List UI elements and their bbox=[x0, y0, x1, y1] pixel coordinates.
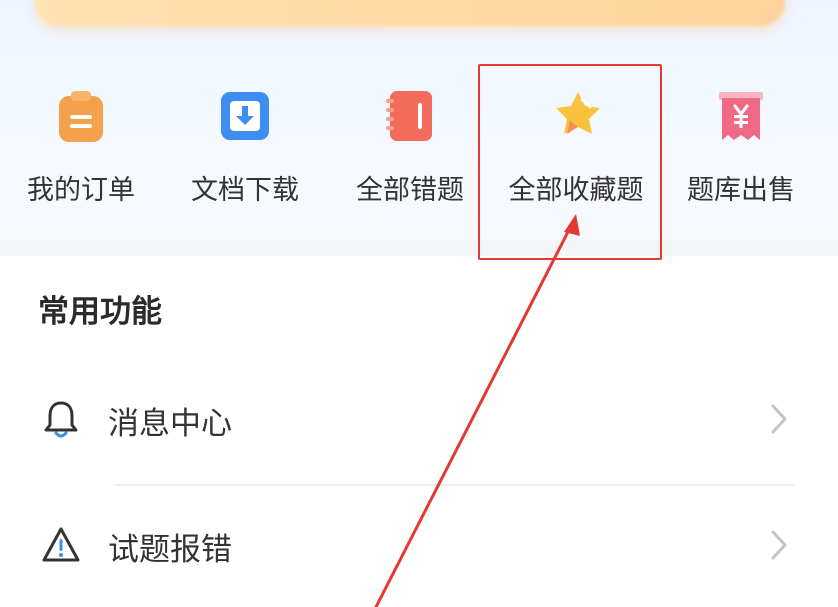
list-item-question-error-report[interactable]: 试题报错 bbox=[0, 500, 838, 590]
shortcut-question-bank-sale[interactable]: 题库出售 bbox=[671, 80, 811, 210]
shortcut-row: 我的订单 文档下载 全部错题 全部收藏题 题库出售 bbox=[0, 80, 838, 210]
common-functions-section: 常用功能 消息中心 试题报错 bbox=[0, 256, 838, 607]
shortcut-label: 全部错题 bbox=[356, 175, 464, 206]
list-item-label: 消息中心 bbox=[108, 406, 232, 442]
chevron-right-icon bbox=[771, 530, 787, 560]
download-icon bbox=[221, 92, 269, 140]
shortcut-my-orders[interactable]: 我的订单 bbox=[11, 80, 151, 210]
shortcut-label: 题库出售 bbox=[687, 175, 795, 206]
list-item-message-center[interactable]: 消息中心 bbox=[0, 374, 838, 464]
yen-ticket-icon bbox=[719, 92, 763, 140]
top-area: 我的订单 文档下载 全部错题 全部收藏题 题库出售 bbox=[0, 0, 838, 245]
row-divider bbox=[115, 484, 795, 486]
shortcut-label: 我的订单 bbox=[27, 175, 135, 206]
section-title: 常用功能 bbox=[38, 294, 162, 330]
shortcut-label: 文档下载 bbox=[191, 175, 299, 206]
section-divider bbox=[0, 240, 838, 256]
bell-icon bbox=[44, 401, 78, 438]
clipboard-icon bbox=[59, 91, 103, 142]
promo-banner[interactable] bbox=[35, 0, 785, 26]
chevron-right-icon bbox=[771, 404, 787, 434]
warning-icon bbox=[42, 527, 80, 562]
notebook-icon bbox=[386, 91, 432, 141]
list-item-label: 试题报错 bbox=[108, 532, 232, 568]
highlight-box bbox=[478, 64, 662, 260]
shortcut-all-wrong-questions[interactable]: 全部错题 bbox=[340, 80, 480, 210]
shortcut-document-download[interactable]: 文档下载 bbox=[175, 80, 315, 210]
